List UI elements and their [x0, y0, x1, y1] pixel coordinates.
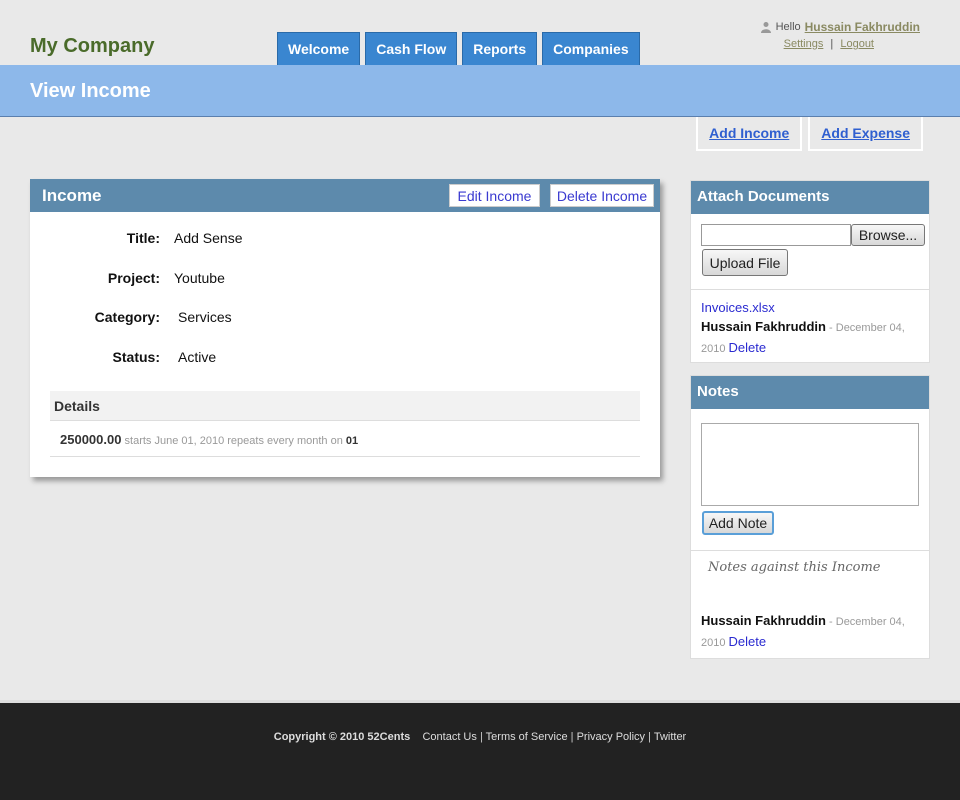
user-box: Hello Hussain Fakhruddin Settings | Logo… — [760, 20, 920, 50]
user-name-link[interactable]: Hussain Fakhruddin — [805, 20, 920, 34]
page-actions: Add Income Add Expense — [696, 117, 923, 151]
delete-income-button[interactable]: Delete Income — [550, 184, 654, 207]
field-label: Title: — [126, 230, 160, 246]
page-title: View Income — [30, 80, 151, 102]
tab-companies[interactable]: Companies — [542, 32, 640, 65]
edit-income-button[interactable]: Edit Income — [449, 184, 540, 207]
details-row: 250000.00 starts June 01, 2010 repeats e… — [50, 421, 640, 457]
delete-note-link[interactable]: Delete — [729, 634, 767, 649]
copyright-text: Copyright © 2010 52Cents — [273, 731, 411, 743]
details-repeat-day: 01 — [345, 435, 359, 447]
footer-content: Copyright © 2010 52Cents Contact Us | Te… — [0, 731, 960, 743]
twitter-link[interactable]: Twitter — [654, 731, 686, 743]
details-schedule: starts June 01, 2010 repeats every month… — [124, 435, 343, 447]
footer: Copyright © 2010 52Cents Contact Us | Te… — [0, 700, 960, 800]
tab-reports[interactable]: Reports — [462, 32, 538, 65]
user-links: Settings | Logout — [760, 38, 920, 50]
document-meta: Hussain Fakhruddin - December 04, 2010 D… — [701, 317, 921, 359]
settings-link[interactable]: Settings — [784, 38, 824, 50]
browse-button[interactable]: Browse... — [851, 224, 925, 246]
user-links-separator: | — [830, 38, 834, 50]
income-panel: Income Edit Income Delete Income Title: … — [30, 179, 660, 477]
income-panel-title: Income — [42, 186, 102, 205]
notes-header: Notes — [691, 376, 929, 409]
page-title-band: View Income — [0, 65, 960, 117]
note-author: Hussain Fakhruddin — [701, 613, 826, 628]
user-icon — [760, 22, 771, 33]
attach-documents-panel: Attach Documents Browse... Upload File I… — [690, 180, 930, 363]
income-panel-header: Income Edit Income Delete Income — [30, 179, 660, 212]
brand-logo: My Company — [30, 35, 155, 57]
document-link[interactable]: Invoices.xlsx — [701, 300, 775, 315]
details-amount: 250000.00 — [60, 432, 122, 447]
user-greeting: Hello Hussain Fakhruddin — [760, 20, 920, 34]
field-value: Services — [178, 309, 232, 325]
note-meta: Hussain Fakhruddin - December 04, 2010 D… — [701, 611, 921, 653]
footer-separator: | — [570, 731, 574, 743]
file-path-input[interactable] — [701, 224, 851, 246]
tab-welcome[interactable]: Welcome — [277, 32, 361, 65]
main-nav: Welcome Cash Flow Reports Companies — [277, 32, 640, 65]
header: My Company Welcome Cash Flow Reports Com… — [0, 0, 960, 65]
notes-panel: Notes Add Note Notes against this Income… — [690, 375, 930, 659]
upload-file-button[interactable]: Upload File — [702, 249, 788, 276]
note-textarea[interactable] — [701, 423, 919, 506]
details-section: Details 250000.00 starts June 01, 2010 r… — [50, 391, 640, 457]
notes-caption: Notes against this Income — [708, 560, 881, 575]
delete-document-link[interactable]: Delete — [729, 340, 767, 355]
contact-us-link[interactable]: Contact Us — [422, 731, 476, 743]
document-author: Hussain Fakhruddin — [701, 319, 826, 334]
add-expense-button[interactable]: Add Expense — [808, 117, 923, 151]
terms-of-service-link[interactable]: Terms of Service — [486, 731, 568, 743]
footer-separator: | — [479, 731, 483, 743]
field-value: Active — [178, 349, 217, 365]
income-fields: Title: Add Sense Project: Youtube Catego… — [30, 212, 660, 392]
field-value: Youtube — [174, 270, 225, 286]
add-note-button[interactable]: Add Note — [702, 511, 774, 535]
tab-cash-flow[interactable]: Cash Flow — [365, 32, 458, 65]
field-label: Status: — [112, 349, 160, 365]
add-income-button[interactable]: Add Income — [696, 117, 803, 151]
divider — [691, 289, 929, 290]
field-value: Add Sense — [174, 230, 243, 246]
divider — [691, 550, 929, 551]
attach-documents-header: Attach Documents — [691, 181, 929, 214]
logout-link[interactable]: Logout — [840, 38, 874, 50]
footer-separator: | — [648, 731, 651, 743]
details-header: Details — [50, 391, 640, 421]
field-label: Project: — [107, 270, 160, 286]
field-label: Category: — [94, 309, 160, 325]
hello-text: Hello — [775, 21, 801, 33]
privacy-policy-link[interactable]: Privacy Policy — [577, 731, 645, 743]
